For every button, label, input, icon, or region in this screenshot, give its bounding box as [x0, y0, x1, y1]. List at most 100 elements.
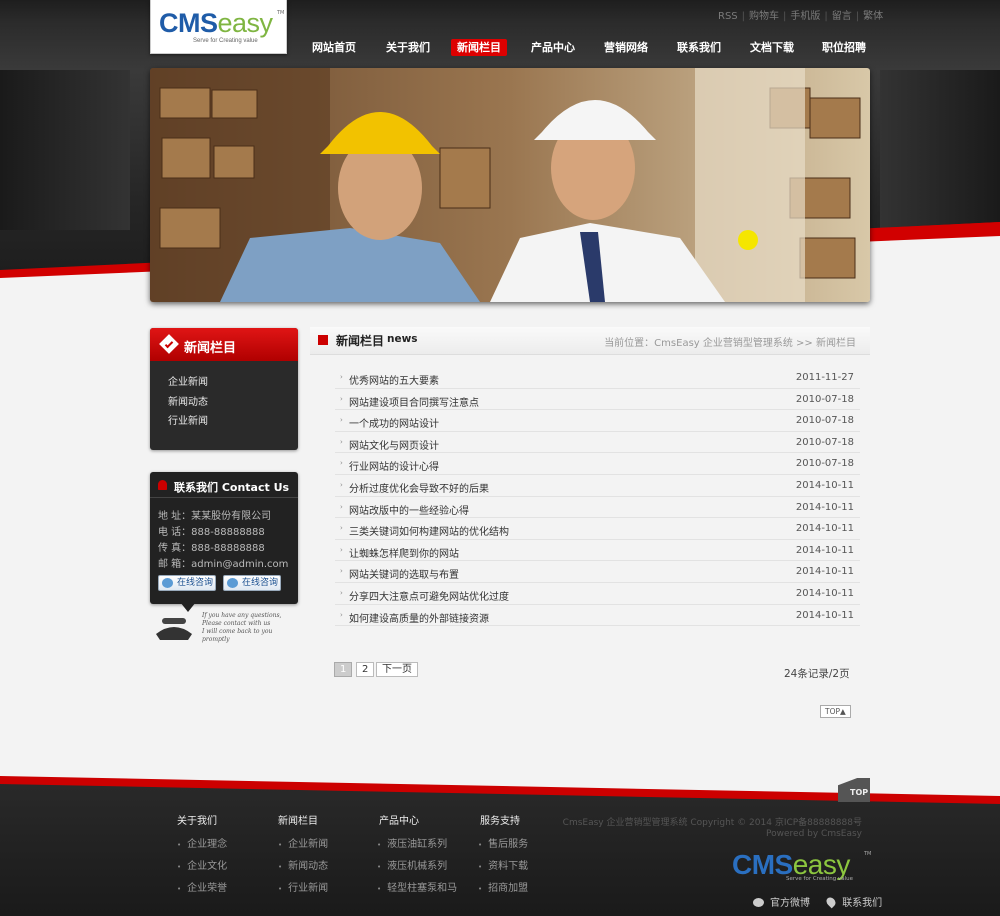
- footer-link[interactable]: 行业新闻: [278, 878, 328, 900]
- separator: |: [741, 11, 746, 22]
- article-date: 2014-10-11: [795, 609, 854, 621]
- article-title[interactable]: 分享四大注意点可避免网站优化过度: [349, 588, 509, 603]
- online-consult-button-2[interactable]: 在线咨询: [223, 575, 281, 591]
- footer-link[interactable]: 企业文化: [177, 856, 227, 878]
- nav-contact[interactable]: 联系我们: [671, 39, 727, 56]
- article-date: 2014-10-11: [795, 587, 854, 599]
- footer-col-support: 服务支持 售后服务 资料下载 招商加盟: [478, 812, 528, 900]
- footer-link[interactable]: 液压机械系列: [377, 856, 457, 878]
- online-consult-button[interactable]: 在线咨询: [158, 575, 216, 591]
- logo-cms-text: CMS: [159, 8, 218, 38]
- online-consult-label-2: 在线咨询: [242, 578, 279, 588]
- article-row[interactable]: › 网站文化与网页设计 2010-07-18: [335, 432, 860, 454]
- footer-link[interactable]: 招商加盟: [478, 878, 528, 900]
- arrow-icon: ›: [340, 394, 343, 403]
- article-date: 2014-10-11: [795, 544, 854, 556]
- nav-downloads[interactable]: 文档下载: [744, 39, 800, 56]
- article-title[interactable]: 优秀网站的五大要素: [349, 372, 439, 387]
- article-row[interactable]: › 网站改版中的一些经验心得 2014-10-11: [335, 497, 860, 519]
- article-row[interactable]: › 三类关键词如何构建网站的优化结构 2014-10-11: [335, 518, 860, 540]
- footer-link[interactable]: 售后服务: [478, 834, 528, 856]
- weibo-icon: [753, 898, 764, 907]
- location-icon: [824, 895, 838, 909]
- mobile-link[interactable]: 手机版: [790, 11, 820, 22]
- contact-fax: 传 真：888-88888888: [158, 543, 265, 554]
- article-row[interactable]: › 如何建设高质量的外部链接资源 2014-10-11: [335, 605, 860, 627]
- copyright-line-1: CmsEasy 企业营销型管理系统 Copyright © 2014 京ICP备…: [562, 818, 862, 828]
- footer-contact-link[interactable]: 联系我们: [824, 894, 882, 909]
- article-row[interactable]: › 优秀网站的五大要素 2011-11-27: [335, 367, 860, 389]
- article-row[interactable]: › 分享四大注意点可避免网站优化过度 2014-10-11: [335, 583, 860, 605]
- article-row[interactable]: › 网站建设项目合同撰写注意点 2010-07-18: [335, 389, 860, 411]
- footer-col-head[interactable]: 服务支持: [478, 812, 528, 827]
- nav-jobs[interactable]: 职位招聘: [816, 39, 872, 56]
- article-title[interactable]: 如何建设高质量的外部链接资源: [349, 610, 489, 625]
- nav-products[interactable]: 产品中心: [525, 39, 581, 56]
- arrow-icon: ›: [340, 545, 343, 554]
- footer-link[interactable]: 液压油缸系列: [377, 834, 457, 856]
- rss-link[interactable]: RSS: [718, 11, 738, 22]
- article-row[interactable]: › 一个成功的网站设计 2010-07-18: [335, 410, 860, 432]
- logo-tm: TM: [277, 10, 285, 16]
- sidebar-item-company-news[interactable]: 企业新闻: [168, 373, 298, 393]
- contact-box: 联系我们 Contact Us 地 址：某某股份有限公司 电 话：888-888…: [150, 472, 298, 604]
- footer-top-label: TOP: [850, 788, 869, 797]
- page-subtitle: news: [387, 333, 418, 345]
- footer-link[interactable]: 资料下载: [478, 856, 528, 878]
- nav-home[interactable]: 网站首页: [306, 39, 362, 56]
- article-title[interactable]: 一个成功的网站设计: [349, 415, 439, 430]
- footer-col-head[interactable]: 关于我们: [177, 812, 227, 827]
- article-title[interactable]: 网站建设项目合同撰写注意点: [349, 394, 479, 409]
- footer-logo-cms: CMS: [732, 849, 793, 880]
- footer-col-products: 产品中心 液压油缸系列 液压机械系列 轻型柱塞泵和马: [377, 812, 457, 900]
- article-date: 2010-07-18: [795, 415, 854, 427]
- next-page-button[interactable]: 下一页: [376, 662, 418, 677]
- article-row[interactable]: › 让蜘蛛怎样爬到你的网站 2014-10-11: [335, 540, 860, 562]
- weibo-link[interactable]: 官方微博: [753, 894, 810, 909]
- article-title[interactable]: 网站文化与网页设计: [349, 437, 439, 452]
- article-title[interactable]: 分析过度优化会导致不好的后果: [349, 480, 489, 495]
- nav-network[interactable]: 营销网络: [598, 39, 654, 56]
- weibo-label: 官方微博: [770, 898, 810, 909]
- article-title[interactable]: 网站改版中的一些经验心得: [349, 502, 469, 517]
- footer-logo-tm: TM: [864, 851, 872, 857]
- deco-line-2: Please contact with us: [202, 620, 271, 627]
- breadcrumb[interactable]: 当前位置：CmsEasy 企业营销型管理系统 >> 新闻栏目: [604, 334, 856, 349]
- article-row[interactable]: › 分析过度优化会导致不好的后果 2014-10-11: [335, 475, 860, 497]
- footer-col-head[interactable]: 新闻栏目: [278, 812, 328, 827]
- chat-icon: [162, 578, 173, 588]
- article-title[interactable]: 行业网站的设计心得: [349, 458, 439, 473]
- deco-line-1: If you have any questions,: [202, 612, 282, 619]
- record-count: 24条记录/2页: [784, 668, 850, 680]
- section-marker: [318, 335, 328, 345]
- top-utility-links: RSS | 购物车 | 手机版 | 留言 | 繁体: [718, 7, 883, 22]
- nav-news[interactable]: 新闻栏目: [451, 39, 507, 56]
- article-date: 2014-10-11: [795, 501, 854, 513]
- footer-link[interactable]: 轻型柱塞泵和马: [377, 878, 457, 900]
- logo-easy-text: easy: [217, 8, 274, 38]
- article-title[interactable]: 网站关键词的选取与布置: [349, 566, 459, 581]
- sidebar-item-news-updates[interactable]: 新闻动态: [168, 393, 298, 413]
- article-title[interactable]: 让蜘蛛怎样爬到你的网站: [349, 545, 459, 560]
- footer-link[interactable]: 企业新闻: [278, 834, 328, 856]
- footer-col-head[interactable]: 产品中心: [377, 812, 457, 827]
- article-row[interactable]: › 行业网站的设计心得 2010-07-18: [335, 453, 860, 475]
- nav-about[interactable]: 关于我们: [380, 39, 436, 56]
- traditional-chinese-link[interactable]: 繁体: [863, 11, 883, 22]
- arrow-icon: ›: [340, 610, 343, 619]
- footer-logo-tagline: Serve for Creating value: [786, 876, 854, 882]
- article-date: 2014-10-11: [795, 479, 854, 491]
- guestbook-link[interactable]: 留言: [832, 11, 852, 22]
- footer-link[interactable]: 新闻动态: [278, 856, 328, 878]
- sidebar-item-industry-news[interactable]: 行业新闻: [168, 412, 298, 432]
- article-title[interactable]: 三类关键词如何构建网站的优化结构: [349, 523, 509, 538]
- page-2-button[interactable]: 2: [356, 662, 375, 677]
- cart-link[interactable]: 购物车: [749, 11, 779, 22]
- footer-link[interactable]: 企业荣誉: [177, 878, 227, 900]
- back-to-top-button[interactable]: TOP▲: [820, 705, 851, 718]
- page-1-button[interactable]: 1: [334, 662, 353, 677]
- footer-link[interactable]: 企业理念: [177, 834, 227, 856]
- article-row[interactable]: › 网站关键词的选取与布置 2014-10-11: [335, 561, 860, 583]
- footer-col-news: 新闻栏目 企业新闻 新闻动态 行业新闻: [278, 812, 328, 900]
- site-logo[interactable]: CMSeasy Serve for Creating value TM: [150, 0, 287, 54]
